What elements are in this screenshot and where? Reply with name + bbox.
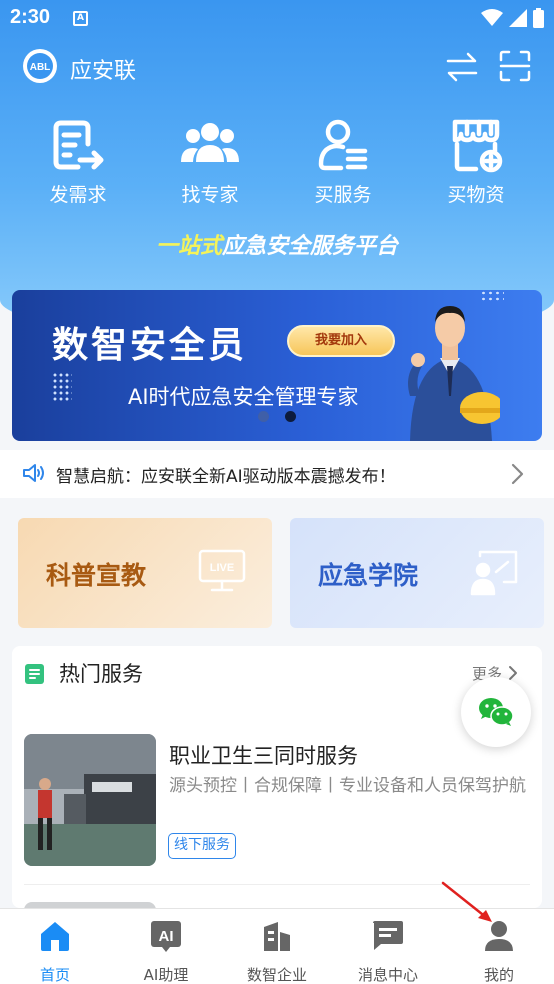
- quick-action-label: 买物资: [447, 184, 505, 206]
- system-icons: [481, 8, 544, 28]
- wifi-icon: [481, 9, 503, 26]
- service-thumbnail[interactable]: [24, 734, 156, 866]
- switch-button[interactable]: [445, 50, 479, 84]
- app-bar: ABL 应安联: [0, 44, 554, 90]
- banner-page-dot-1[interactable]: [258, 411, 269, 422]
- tab-home[interactable]: 首页: [0, 919, 110, 984]
- tab-label: 数智企业: [246, 966, 307, 984]
- building-icon: [264, 922, 290, 951]
- notice-bar[interactable]: 智慧启航：应安联全新AI驱动版本震撼发布！: [0, 450, 554, 498]
- card-emergency-academy[interactable]: 应急学院: [290, 518, 544, 628]
- app-name: 应安联: [70, 59, 137, 84]
- bottom-tab-bar: 首页 AI AI助理 数智企业 消息中心 我的: [0, 908, 554, 984]
- quick-action-buy-service[interactable]: 买服务: [288, 118, 398, 207]
- svg-text:AI: AI: [159, 928, 174, 945]
- tab-label: AI助理: [143, 966, 189, 984]
- hot-services-section: 热门服务 更多 职业卫生三同时服务 源头预控丨合规保障丨专业设备和人员保驾护航 …: [12, 646, 542, 908]
- status-bar: 2:30 A: [0, 0, 554, 38]
- quick-action-find-expert[interactable]: 找专家: [155, 118, 265, 207]
- document-send-icon: [53, 120, 104, 170]
- wechat-float-button[interactable]: [461, 677, 531, 747]
- tab-label: 我的: [483, 966, 514, 984]
- speaker-icon: [23, 464, 44, 482]
- tab-message-center[interactable]: 消息中心: [333, 919, 443, 984]
- ai-icon: AI: [151, 921, 181, 952]
- card-label: 应急学院: [318, 561, 419, 590]
- section-title: 热门服务: [59, 662, 143, 686]
- divider: [24, 884, 530, 885]
- status-time: 2:30: [10, 6, 51, 28]
- section-list-icon: [25, 664, 44, 684]
- decor-dots: [52, 372, 72, 402]
- quick-action-label: 发需求: [49, 184, 107, 206]
- service-title[interactable]: 职业卫生三同时服务: [169, 740, 358, 770]
- card-science-education[interactable]: 科普宣教 LIVE: [18, 518, 272, 628]
- quick-action-label: 买服务: [314, 184, 372, 206]
- chevron-right-icon: [511, 463, 524, 485]
- banner-subtitle: AI时代应急安全管理专家: [128, 385, 359, 409]
- scan-icon: [499, 50, 531, 82]
- message-icon: [373, 921, 403, 950]
- quick-action-buy-supplies[interactable]: 买物资: [421, 118, 531, 207]
- join-button[interactable]: 我要加入: [287, 325, 395, 357]
- tab-ai-assistant[interactable]: AI AI助理: [111, 919, 221, 984]
- live-screen-icon: LIVE: [198, 549, 246, 592]
- tab-label: 消息中心: [357, 966, 418, 984]
- tab-smart-enterprise[interactable]: 数智企业: [222, 919, 332, 984]
- app-logo: ABL: [23, 49, 57, 83]
- worker-illustration: [408, 306, 500, 441]
- slogan-highlight: 一站式: [155, 234, 222, 259]
- wechat-icon: [479, 698, 514, 726]
- quick-action-post-demand[interactable]: 发需求: [23, 118, 133, 207]
- scan-button[interactable]: [498, 49, 532, 83]
- home-icon: [41, 922, 69, 951]
- service-description: 源头预控丨合规保障丨专业设备和人员保驾护航: [169, 776, 526, 796]
- person-list-icon: [318, 119, 368, 171]
- promo-banner[interactable]: 数智安全员 我要加入 AI时代应急安全管理专家: [12, 290, 542, 441]
- logo-icon: ABL: [27, 53, 53, 79]
- slogan: 一站式应急安全服务平台: [0, 228, 554, 260]
- tab-label: 首页: [39, 966, 70, 984]
- store-icon: [452, 119, 503, 173]
- tab-profile[interactable]: 我的: [444, 919, 554, 984]
- swap-arrows-icon: [446, 52, 478, 82]
- battery-icon: [533, 8, 544, 28]
- teacher-board-icon: [470, 550, 518, 596]
- notification-icon: A: [73, 11, 88, 26]
- people-icon: [181, 123, 239, 162]
- slogan-text: 应急安全服务平台: [222, 234, 399, 259]
- quick-action-label: 找专家: [181, 184, 239, 206]
- banner-title: 数智安全员: [52, 325, 248, 366]
- card-label: 科普宣教: [46, 561, 147, 590]
- signal-icon: [509, 9, 527, 27]
- factory-photo: [24, 734, 156, 866]
- notice-text: 智慧启航：应安联全新AI驱动版本震撼发布！: [56, 467, 396, 487]
- svg-text:LIVE: LIVE: [210, 562, 234, 574]
- banner-page-dot-2[interactable]: [285, 411, 296, 422]
- svg-text:ABL: ABL: [30, 62, 51, 73]
- service-tag: 线下服务: [168, 833, 236, 859]
- user-icon: [485, 921, 513, 951]
